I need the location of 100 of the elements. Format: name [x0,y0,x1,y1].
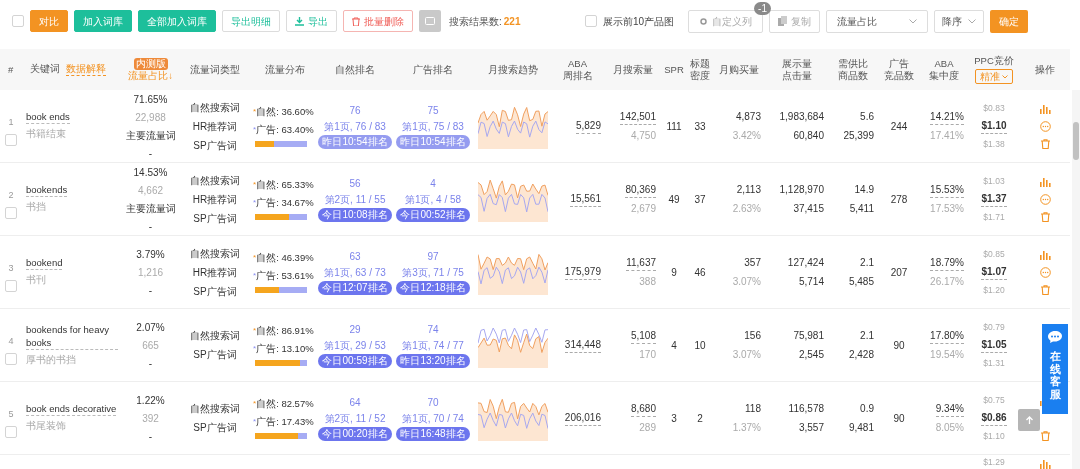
product-count: 9,481 [848,421,874,435]
arrow-up-icon [1025,416,1033,424]
rank-time-badge: 今日00:20排名 [318,427,392,441]
keyword-link[interactable]: book ends [26,110,70,125]
match-type-dropdown[interactable]: 精准 [975,69,1013,84]
delete-icon[interactable] [1040,211,1050,222]
traffic-share: 3.79% [136,247,165,262]
confirm-button[interactable]: 确定 [990,9,1028,33]
keyword-type: SP广告词 [193,348,237,362]
keyword-link[interactable]: bookend [26,256,63,271]
clicks: 3,557 [798,421,824,435]
sort-order-select[interactable]: 降序 [934,9,984,33]
image-icon[interactable] [419,10,441,32]
rank-number: 4 [430,177,436,191]
delete-icon[interactable] [1040,430,1050,441]
search-volume: 11,637 [626,255,656,271]
demand-supply-ratio: 2.1 [860,329,874,343]
ad-product-count: 244 [890,119,908,134]
bar-chart-icon[interactable] [1039,249,1051,260]
keyword-translation: 厚书的书挡 [26,352,76,367]
rank-position: 第2页, 11 / 55 [324,193,386,207]
column-header: # [8,63,14,76]
more-icon[interactable] [1039,193,1051,205]
ad-share: 广告: 13.10% [256,342,314,356]
column-header: 月购买量 [718,63,759,76]
column-header: 广告 竞品数 [884,57,914,82]
search-volume-sub: 170 [639,347,656,362]
search-volume: 5,108 [630,328,656,344]
row-number: 4 [8,335,14,349]
column-header: 自然排名 [335,63,375,76]
natural-share: 自然: 86.91% [256,323,314,338]
rank-time-badge: 今日10:08排名 [318,208,392,222]
checkbox[interactable] [5,352,17,365]
impressions: 1,983,684 [779,110,824,124]
aba-concentration-sub: 26.17% [930,274,964,289]
spr-value: 4 [671,338,677,353]
toolbar-button[interactable]: 导出明细 [222,10,280,32]
online-service-button[interactable]: 在线客服 [1042,324,1068,414]
rank-position: 第1页, 70 / 74 [402,412,464,426]
column-header: 月搜索趋势 [487,63,538,76]
toolbar-button[interactable]: 加入词库 [74,10,132,32]
product-count: 5,485 [848,275,874,289]
aba-concentration-sub: 17.41% [930,128,964,143]
sort-field-select[interactable]: 流量占比 [826,9,928,33]
toolbar-button[interactable]: 全部加入词库 [138,10,216,32]
delete-icon[interactable] [1040,138,1050,149]
scrollbar[interactable] [1072,90,1080,469]
column-header: 展示量 点击量 [781,57,812,82]
chevron-down-icon [968,18,976,24]
keyword-link[interactable]: bookends for heavy books [26,322,118,350]
bar-chart-icon[interactable] [1039,176,1051,187]
search-volume-sub: 2,679 [630,201,656,216]
traffic-share: 14.53% [133,165,168,180]
aba-concentration: 15.53% [930,182,964,198]
purchase-volume: 2,113 [736,183,761,197]
checkbox[interactable] [12,15,24,27]
placeholder-dash: - [148,283,153,298]
toolbar-button[interactable]: 导出 [286,10,337,32]
ad-share: 广告: 34.67% [256,196,314,210]
more-icon[interactable] [1039,266,1051,278]
delete-icon[interactable] [1040,284,1050,295]
keyword-link[interactable]: bookends [26,183,68,198]
traffic-share: 71.65% [133,92,168,107]
data-explanation-link[interactable]: 数据解释 [66,63,106,76]
impressions: 116,578 [788,402,824,416]
search-volume-sub: 4,750 [630,128,656,143]
toolbar-button[interactable]: 批量删除 [343,10,413,32]
toolbar-button[interactable]: 对比 [30,10,68,32]
bar-chart-icon[interactable] [1039,103,1051,114]
aba-concentration-sub: 17.53% [930,201,964,216]
placeholder-dash: - [148,356,153,371]
search-volume-sub: 388 [639,274,656,289]
keyword-link[interactable]: book ends decorative [26,402,117,417]
chevron-down-icon [1002,74,1008,79]
legend-marker: * [253,397,257,408]
checkbox[interactable] [5,133,17,146]
bar-chart-icon[interactable] [1039,459,1051,469]
aba-rank: 206,016 [564,410,601,426]
rank-position: 第1页, 75 / 83 [402,120,464,134]
back-to-top-button[interactable] [1018,409,1040,431]
copy-button[interactable]: 复制 [769,9,820,33]
column-header[interactable]: 流量占比↓ [128,69,173,82]
checkbox[interactable] [584,15,597,27]
ppc-low: $1.29 [983,456,1005,469]
traffic-volume: 665 [142,338,159,353]
more-icon[interactable] [1039,120,1051,132]
ppc-bid: $0.86 [981,410,1007,426]
row-number: 3 [8,262,14,276]
traffic-share: 2.07% [136,320,165,335]
aba-rank: 5,829 [575,118,601,134]
ad-product-count: 278 [890,192,908,207]
checkbox[interactable] [5,206,17,219]
title-density: 10 [694,338,706,353]
purchase-rate: 3.42% [732,129,761,143]
keyword-type: 自然搜索词 [190,173,240,188]
ppc-bid: $1.37 [981,191,1007,207]
checkbox[interactable] [5,425,17,438]
search-volume: 142,501 [619,109,656,125]
purchase-volume: 118 [745,402,761,416]
checkbox[interactable] [5,279,17,292]
